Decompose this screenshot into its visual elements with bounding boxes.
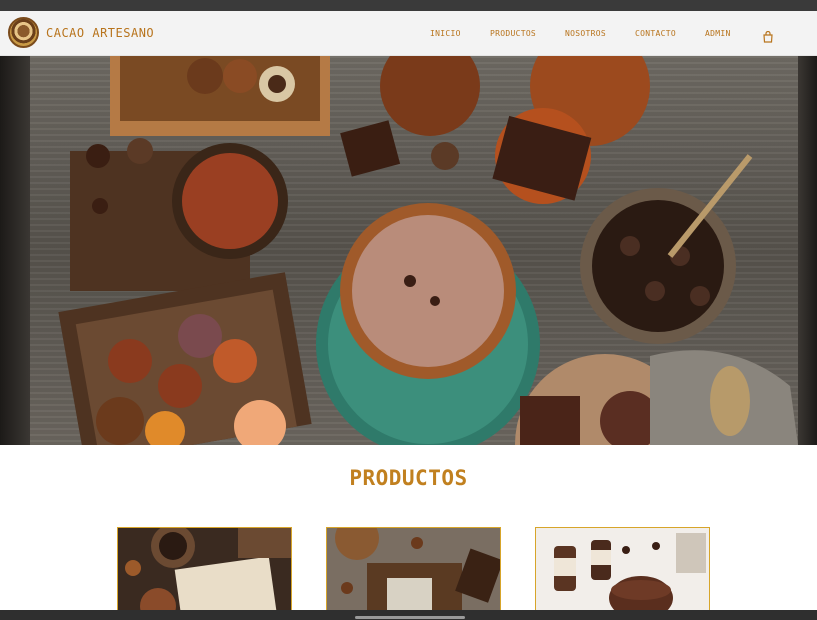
cocoa-cream-jar-photo	[327, 528, 500, 611]
chocolate-bottles-cake-photo	[536, 528, 709, 611]
product-card-1[interactable]	[117, 527, 292, 612]
hero-photo	[30, 56, 798, 445]
brand-name[interactable]: CACAO ARTESANO	[46, 26, 154, 40]
window-top-strip	[0, 0, 817, 11]
nav-item-nosotros[interactable]: NOSOTROS	[565, 29, 606, 38]
horizontal-scrollbar[interactable]	[355, 616, 465, 619]
hero-right-edge	[798, 56, 817, 445]
cacao-logo-icon[interactable]	[8, 17, 39, 48]
cocoa-packaging-photo	[118, 528, 291, 611]
nav-item-productos[interactable]: PRODUCTOS	[490, 29, 536, 38]
hero-left-edge	[0, 56, 30, 445]
hero-image	[0, 56, 817, 445]
product-card-3[interactable]	[535, 527, 710, 612]
navbar: CACAO ARTESANO INICIO PRODUCTOS NOSOTROS…	[0, 11, 817, 56]
nav-item-inicio[interactable]: INICIO	[430, 29, 461, 38]
product-card-2[interactable]	[326, 527, 501, 612]
products-title: PRODUCTOS	[349, 466, 468, 490]
shopping-bag-icon[interactable]	[762, 28, 774, 43]
nav-item-admin[interactable]: ADMIN	[705, 29, 731, 38]
nav-item-contacto[interactable]: CONTACTO	[635, 29, 676, 38]
